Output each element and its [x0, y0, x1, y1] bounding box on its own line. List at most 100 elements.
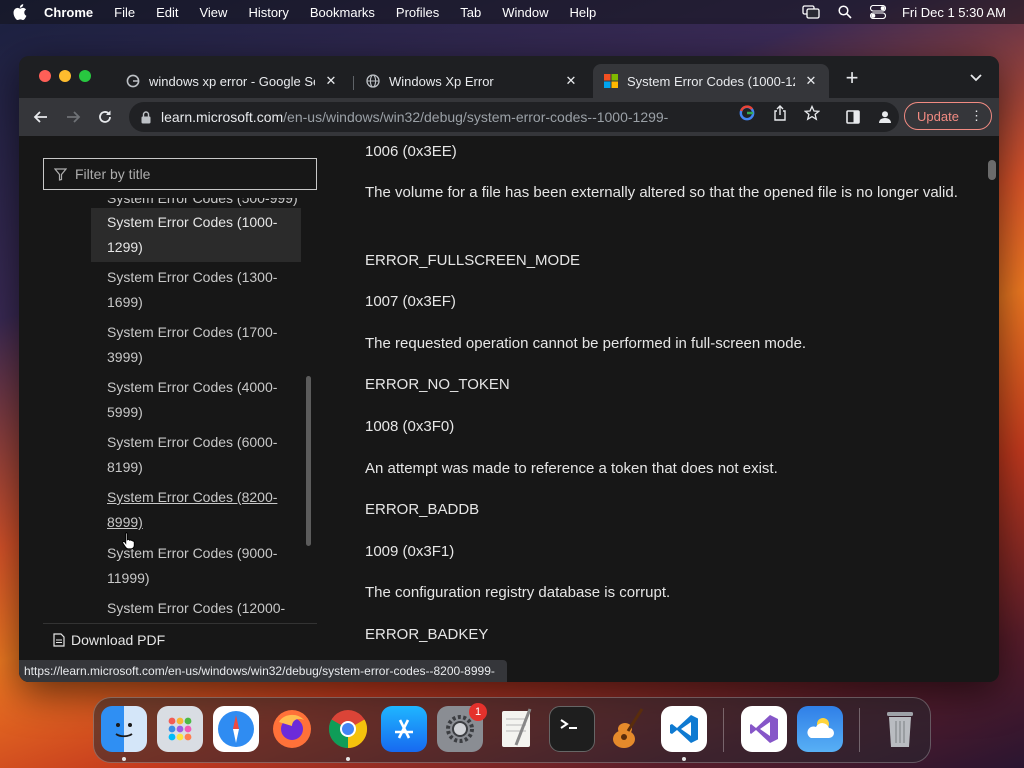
- menu-window[interactable]: Window: [502, 5, 548, 20]
- running-indicator: [682, 757, 686, 761]
- menu-help[interactable]: Help: [570, 5, 597, 20]
- tab-title: System Error Codes (1000-129: [627, 73, 795, 89]
- weather-icon[interactable]: [797, 706, 843, 752]
- toc-item[interactable]: System Error Codes (1700-3999): [91, 320, 301, 370]
- more-options-icon[interactable]: ⋮: [970, 108, 983, 124]
- tab-windows-xp-error[interactable]: Windows Xp Error ✕: [355, 64, 589, 98]
- error-description: The volume for a file has been externall…: [365, 184, 958, 201]
- close-tab-icon[interactable]: ✕: [563, 73, 579, 89]
- menu-bookmarks[interactable]: Bookmarks: [310, 5, 375, 20]
- toc-item[interactable]: System Error Codes (500-999): [91, 198, 301, 208]
- menu-app-name[interactable]: Chrome: [44, 5, 93, 20]
- filter-icon: [54, 167, 67, 181]
- terminal-icon[interactable]: [549, 706, 595, 752]
- bookmark-star-icon[interactable]: [804, 105, 820, 121]
- lock-icon[interactable]: [141, 110, 151, 124]
- menu-history[interactable]: History: [248, 5, 288, 20]
- error-code-value: 1009 (0x3F1): [365, 543, 455, 560]
- tab-google-search[interactable]: windows xp error - Google Sea ✕: [115, 64, 349, 98]
- divider: [43, 623, 317, 624]
- running-indicator: [346, 757, 350, 761]
- browser-toolbar: learn.microsoft.com/en-us/windows/win32/…: [19, 98, 999, 136]
- app-store-icon[interactable]: [381, 706, 427, 752]
- toc-item-hovered[interactable]: System Error Codes (8200-8999): [91, 485, 301, 535]
- launchpad-icon[interactable]: [157, 706, 203, 752]
- menu-edit[interactable]: Edit: [156, 5, 178, 20]
- globe-icon: [365, 73, 381, 89]
- download-pdf-label: Download PDF: [71, 632, 166, 648]
- url-host: learn.microsoft.com: [161, 109, 284, 125]
- dock: [93, 697, 931, 763]
- toc-item[interactable]: System Error Codes (4000-5999): [91, 375, 301, 425]
- menubar-clock[interactable]: Fri Dec 1 5:30 AM: [902, 5, 1006, 20]
- spotlight-search-icon[interactable]: [838, 5, 852, 19]
- vscode-icon[interactable]: [661, 706, 707, 752]
- tab-strip: windows xp error - Google Sea ✕ Windows …: [19, 56, 999, 98]
- garageband-icon[interactable]: [605, 706, 651, 752]
- menu-view[interactable]: View: [199, 5, 227, 20]
- google-icon: [125, 73, 141, 89]
- url-text[interactable]: learn.microsoft.com/en-us/windows/win32/…: [161, 109, 726, 125]
- error-description: The requested operation cannot be perfor…: [365, 335, 807, 352]
- firefox-icon[interactable]: [269, 706, 315, 752]
- pdf-icon: [53, 633, 65, 647]
- toc-item[interactable]: System Error Codes (6000-8199): [91, 430, 301, 480]
- zoom-window-button[interactable]: [79, 70, 91, 82]
- apple-menu-icon[interactable]: [10, 4, 30, 20]
- browser-window: windows xp error - Google Sea ✕ Windows …: [19, 56, 999, 682]
- minimize-window-button[interactable]: [59, 70, 71, 82]
- running-indicator: [122, 757, 126, 761]
- share-icon[interactable]: [772, 105, 788, 121]
- safari-icon[interactable]: [213, 706, 259, 752]
- trash-icon[interactable]: [877, 706, 923, 752]
- error-code-value: 1007 (0x3EF): [365, 293, 456, 310]
- error-description: An attempt was made to reference a token…: [365, 460, 778, 477]
- menu-bar: Chrome File Edit View History Bookmarks …: [0, 0, 1024, 24]
- menu-file[interactable]: File: [114, 5, 135, 20]
- screen-mirroring-icon[interactable]: [802, 5, 820, 19]
- error-name-heading: ERROR_NO_TOKEN: [365, 376, 510, 393]
- close-tab-icon[interactable]: ✕: [803, 73, 819, 89]
- update-label: Update: [917, 108, 959, 124]
- dock-separator: [723, 708, 724, 752]
- error-name-heading: ERROR_BADDB: [365, 501, 480, 518]
- menu-profiles[interactable]: Profiles: [396, 5, 439, 20]
- new-tab-button[interactable]: +: [842, 67, 862, 89]
- tab-title: windows xp error - Google Sea: [149, 73, 315, 89]
- forward-arrow-icon[interactable]: [63, 107, 83, 127]
- menu-tab[interactable]: Tab: [460, 5, 481, 20]
- toc-item[interactable]: System Error Codes (12000-: [91, 596, 301, 621]
- page-scrollbar[interactable]: [988, 160, 996, 180]
- control-center-icon[interactable]: [869, 5, 886, 19]
- hand-cursor-icon: [122, 531, 136, 554]
- error-code-value: 1006 (0x3EE): [365, 143, 457, 160]
- finder-icon[interactable]: [101, 706, 147, 752]
- tab-title: Windows Xp Error: [389, 73, 494, 89]
- filter-by-title-input[interactable]: Filter by title: [43, 158, 317, 190]
- close-window-button[interactable]: [39, 70, 51, 82]
- chrome-icon[interactable]: [325, 706, 371, 752]
- toc-scrollbar[interactable]: [306, 376, 311, 546]
- download-pdf-link[interactable]: Download PDF: [53, 632, 165, 648]
- filter-placeholder: Filter by title: [75, 166, 151, 182]
- profile-avatar-icon[interactable]: [875, 107, 895, 127]
- visual-studio-icon[interactable]: [741, 706, 787, 752]
- back-arrow-icon[interactable]: [31, 107, 51, 127]
- textedit-icon[interactable]: [493, 706, 539, 752]
- google-lens-icon[interactable]: [739, 105, 755, 121]
- window-controls: [39, 70, 99, 82]
- side-panel-icon[interactable]: [843, 107, 863, 127]
- update-button[interactable]: Update ⋮: [904, 102, 992, 130]
- error-code-value: 1008 (0x3F0): [365, 418, 455, 435]
- chevron-down-icon[interactable]: [969, 70, 983, 88]
- close-tab-icon[interactable]: ✕: [323, 73, 339, 89]
- error-description: The configuration registry database is c…: [365, 584, 671, 601]
- url-path: /en-us/windows/win32/debug/system-error-…: [283, 109, 669, 125]
- microsoft-icon: [603, 73, 619, 89]
- reload-icon[interactable]: [95, 107, 115, 127]
- toc-item[interactable]: System Error Codes (1300-1699): [91, 265, 301, 315]
- tab-divider: [353, 76, 354, 90]
- toc-item-selected[interactable]: System Error Codes (1000-1299): [91, 208, 301, 262]
- tab-system-error-codes[interactable]: System Error Codes (1000-129 ✕: [593, 64, 829, 98]
- link-status-bar: https://learn.microsoft.com/en-us/window…: [19, 660, 507, 682]
